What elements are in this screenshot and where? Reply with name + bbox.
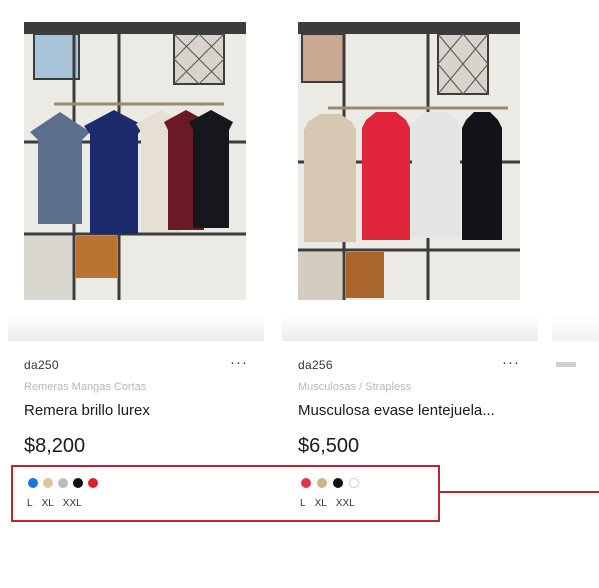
card-shadow bbox=[282, 315, 538, 341]
product-photo[interactable] bbox=[24, 22, 246, 300]
product-name[interactable]: Remera brillo lurex bbox=[24, 402, 150, 419]
product-photo[interactable] bbox=[298, 22, 520, 300]
product-price: $6,500 bbox=[298, 435, 360, 457]
next-card-shadow bbox=[552, 315, 599, 341]
product-category[interactable]: Remeras Mangas Cortas bbox=[24, 381, 146, 393]
annotation-highlight-box bbox=[11, 465, 440, 522]
product-category[interactable]: Musculosas / Strapless bbox=[298, 381, 411, 393]
product-card[interactable]: da256 ··· Musculosas / Strapless Musculo… bbox=[282, 0, 544, 509]
more-options-button[interactable]: ··· bbox=[502, 354, 520, 371]
annotation-pointer-line bbox=[440, 491, 599, 493]
product-image-area[interactable] bbox=[8, 0, 270, 341]
product-price: $8,200 bbox=[24, 435, 86, 457]
product-sku: da250 bbox=[24, 358, 59, 372]
product-image-area[interactable] bbox=[282, 0, 544, 341]
product-sku: da256 bbox=[298, 358, 333, 372]
more-options-button[interactable]: ··· bbox=[230, 354, 248, 371]
product-card[interactable]: da250 ··· Remeras Mangas Cortas Remera b… bbox=[8, 0, 270, 509]
product-name[interactable]: Musculosa evase lentejuela... bbox=[298, 402, 495, 419]
card-shadow bbox=[8, 315, 264, 341]
next-card-placeholder bbox=[556, 362, 576, 367]
